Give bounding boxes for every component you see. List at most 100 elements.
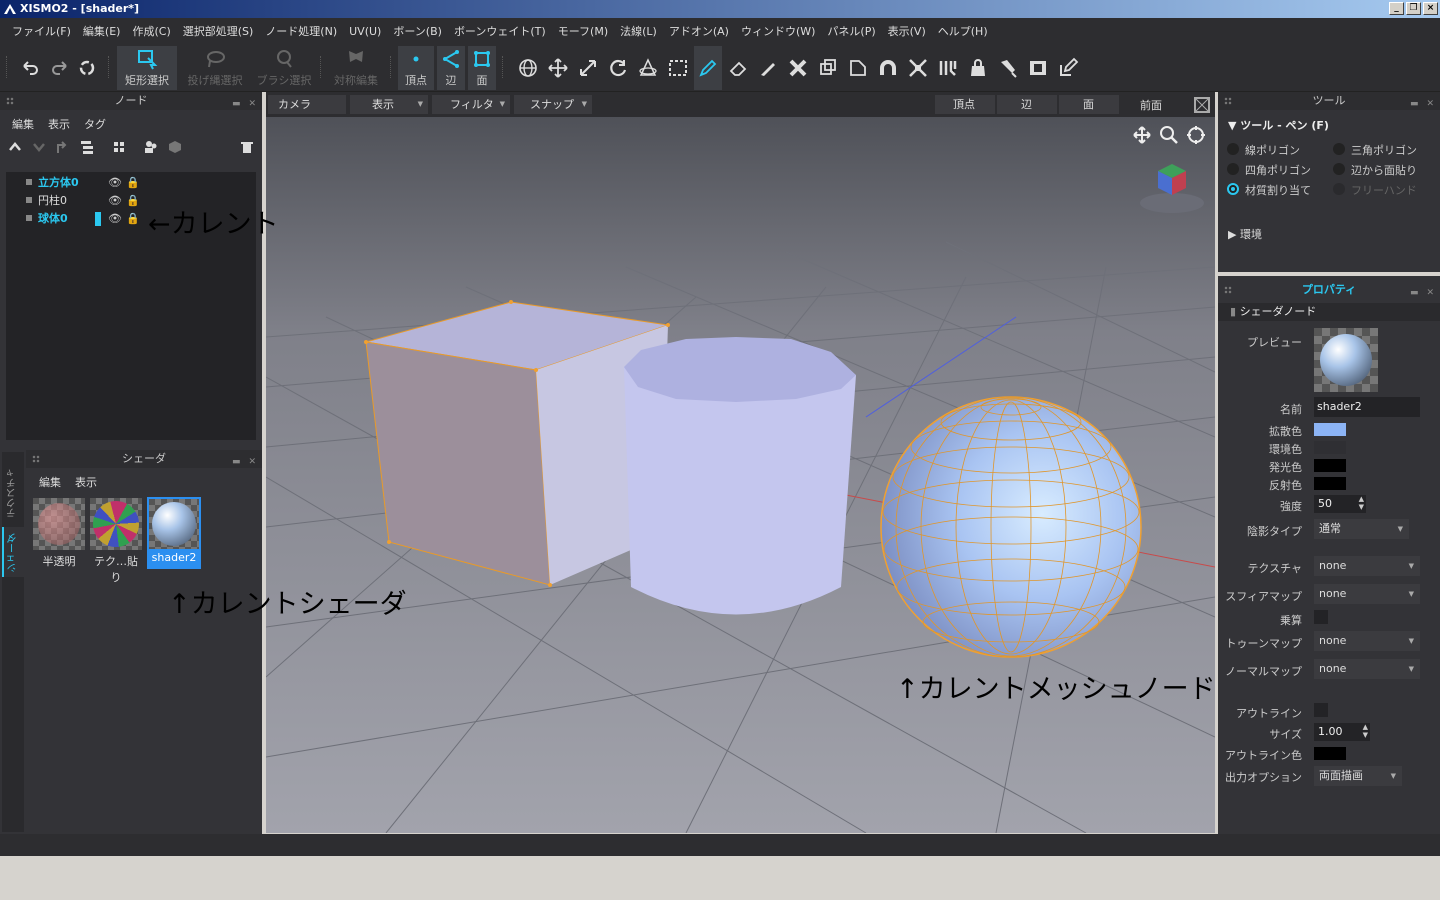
face-filter-button[interactable]: 面 bbox=[1059, 95, 1119, 114]
edge-mode-button[interactable]: 辺 bbox=[437, 46, 465, 90]
drag-handle-icon[interactable] bbox=[1224, 286, 1232, 294]
shrink-tool[interactable] bbox=[906, 46, 930, 90]
env-section-header[interactable]: ▶ 環境 bbox=[1228, 226, 1262, 242]
vertex-filter-button[interactable]: 頂点 bbox=[935, 95, 995, 114]
minimize-panel-icon[interactable]: ▬ bbox=[232, 95, 241, 113]
menu-view[interactable]: 表示(V) bbox=[888, 23, 926, 39]
paint-tool[interactable] bbox=[996, 46, 1020, 90]
pan-icon[interactable] bbox=[1132, 125, 1152, 145]
snap-dropdown[interactable]: スナップ ▼ bbox=[514, 95, 592, 114]
shader-thumb-texture[interactable]: テク…貼り bbox=[90, 498, 142, 584]
menu-panel[interactable]: パネル(P) bbox=[827, 23, 875, 39]
radio-freehand[interactable] bbox=[1333, 183, 1345, 195]
spin-arrows-icon[interactable]: ▲ ▼ bbox=[1359, 495, 1364, 511]
eraser-tool[interactable] bbox=[726, 46, 750, 90]
menu-selection[interactable]: 選択部処理(S) bbox=[183, 23, 254, 39]
menu-addon[interactable]: アドオン(A) bbox=[669, 23, 729, 39]
vertex-mode-button[interactable]: 頂点 bbox=[398, 46, 434, 90]
hierarchy-icon[interactable] bbox=[80, 140, 94, 154]
visible-eye-icon[interactable]: 👁 bbox=[108, 193, 122, 209]
menu-edit[interactable]: 編集(E) bbox=[83, 23, 121, 39]
node-menu-edit[interactable]: 編集 bbox=[12, 116, 34, 132]
node-menu-tag[interactable]: タグ bbox=[84, 116, 106, 132]
weld-tool[interactable] bbox=[786, 46, 810, 90]
menu-help[interactable]: ヘルプ(H) bbox=[938, 23, 988, 39]
knife-tool[interactable] bbox=[756, 46, 780, 90]
scale-tool[interactable] bbox=[576, 46, 600, 90]
pen-tool[interactable] bbox=[694, 46, 722, 90]
edge-filter-button[interactable]: 辺 bbox=[997, 95, 1057, 114]
menu-bone[interactable]: ボーン(B) bbox=[393, 23, 442, 39]
multiply-checkbox[interactable] bbox=[1314, 610, 1328, 624]
radio-triangle-polygon[interactable] bbox=[1333, 143, 1345, 155]
minimize-button[interactable]: _ bbox=[1389, 2, 1404, 15]
display-dropdown[interactable]: 表示 ▼ bbox=[350, 95, 428, 114]
group-icon[interactable] bbox=[144, 140, 158, 154]
movie-tool[interactable] bbox=[1026, 46, 1050, 90]
box-select-tool[interactable] bbox=[666, 46, 690, 90]
move-down-icon[interactable] bbox=[32, 140, 46, 154]
radio-material-assign[interactable] bbox=[1227, 183, 1239, 195]
menu-file[interactable]: ファイル(F) bbox=[12, 23, 71, 39]
bone-tool[interactable] bbox=[936, 46, 960, 90]
restore-button[interactable]: ❐ bbox=[1406, 2, 1421, 15]
view-cube-icon[interactable] bbox=[1192, 95, 1212, 115]
shader-thumb-shader2-selected[interactable]: shader2 bbox=[147, 497, 201, 569]
menu-window[interactable]: ウィンドウ(W) bbox=[741, 23, 815, 39]
tab-texture[interactable]: テクスチャ bbox=[5, 468, 20, 518]
menu-node[interactable]: ノード処理(N) bbox=[265, 23, 337, 39]
shader-node-section[interactable]: ▮ シェーダノード bbox=[1218, 303, 1440, 321]
lock-icon[interactable]: 🔒 bbox=[126, 193, 140, 209]
emissive-color-swatch[interactable] bbox=[1314, 459, 1346, 472]
drag-handle-icon[interactable] bbox=[32, 455, 40, 463]
world-tool[interactable] bbox=[516, 46, 540, 90]
cube-icon[interactable] bbox=[168, 140, 182, 154]
close-button[interactable]: × bbox=[1423, 2, 1438, 15]
toon-map-dropdown[interactable]: none ▼ bbox=[1314, 631, 1420, 651]
shader-menu-edit[interactable]: 編集 bbox=[39, 474, 61, 490]
extrude-tool[interactable] bbox=[816, 46, 840, 90]
shader-thumb-translucent[interactable]: 半透明 bbox=[33, 498, 85, 568]
menu-uv[interactable]: UV(U) bbox=[349, 25, 381, 38]
strength-spinbox[interactable]: 50 ▲ ▼ bbox=[1314, 495, 1366, 513]
specular-color-swatch[interactable] bbox=[1314, 477, 1346, 490]
tab-shader-active[interactable]: シェーダ bbox=[2, 527, 24, 577]
shading-type-dropdown[interactable]: 通常 ▼ bbox=[1314, 519, 1409, 539]
output-option-dropdown[interactable]: 両面描画 ▼ bbox=[1314, 766, 1402, 786]
radio-edge-face[interactable] bbox=[1333, 163, 1345, 175]
grid-view-icon[interactable] bbox=[112, 140, 126, 154]
weight-tool[interactable] bbox=[966, 46, 990, 90]
pivot-tool[interactable] bbox=[636, 46, 660, 90]
minimize-panel-icon[interactable]: ▬ bbox=[1410, 284, 1419, 302]
symmetry-edit-tool[interactable]: 対称編集 bbox=[328, 46, 384, 90]
radio-line-polygon[interactable] bbox=[1227, 143, 1239, 155]
menu-morph[interactable]: モーフ(M) bbox=[558, 23, 608, 39]
drag-handle-icon[interactable] bbox=[1224, 97, 1232, 105]
sphere-map-dropdown[interactable]: none ▼ bbox=[1314, 584, 1420, 604]
uv-edit-tool[interactable] bbox=[1056, 46, 1080, 90]
spin-arrows-icon[interactable]: ▲ ▼ bbox=[1363, 723, 1368, 739]
redo-button[interactable] bbox=[48, 46, 72, 90]
close-panel-icon[interactable]: ✕ bbox=[248, 453, 256, 471]
recycle-button[interactable] bbox=[75, 46, 99, 90]
tool-section-header[interactable]: ▼ ツール - ペン (F) bbox=[1228, 117, 1329, 133]
outline-checkbox[interactable] bbox=[1314, 703, 1328, 717]
diffuse-color-swatch[interactable] bbox=[1314, 423, 1346, 436]
face-mode-button[interactable]: 面 bbox=[468, 46, 496, 90]
close-panel-icon[interactable]: ✕ bbox=[1426, 95, 1434, 113]
3d-viewport[interactable] bbox=[266, 117, 1215, 833]
bend-tool[interactable] bbox=[876, 46, 900, 90]
lock-icon[interactable]: 🔒 bbox=[126, 211, 140, 227]
visible-eye-icon[interactable]: 👁 bbox=[108, 211, 122, 227]
node-menu-view[interactable]: 表示 bbox=[48, 116, 70, 132]
menu-normal[interactable]: 法線(L) bbox=[620, 23, 657, 39]
lasso-select-tool[interactable]: 投げ縄選択 bbox=[184, 46, 246, 90]
visible-eye-icon[interactable]: 👁 bbox=[108, 175, 122, 191]
normal-map-dropdown[interactable]: none ▼ bbox=[1314, 659, 1420, 679]
bevel-tool[interactable] bbox=[846, 46, 870, 90]
menu-create[interactable]: 作成(C) bbox=[132, 23, 170, 39]
rect-select-tool[interactable]: 矩形選択 bbox=[117, 46, 177, 90]
close-panel-icon[interactable]: ✕ bbox=[1426, 284, 1434, 302]
move-up-icon[interactable] bbox=[8, 140, 22, 154]
close-panel-icon[interactable]: ✕ bbox=[248, 95, 256, 113]
